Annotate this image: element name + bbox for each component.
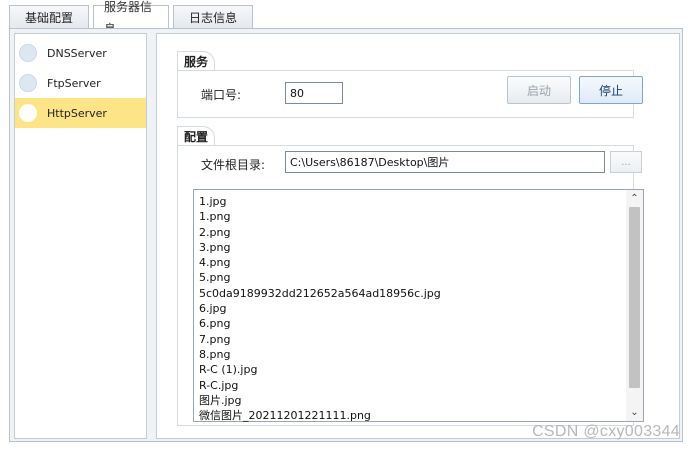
scroll-thumb[interactable] [629, 207, 640, 388]
server-item-label: HttpServer [47, 106, 107, 120]
config-group-title: 配置 [177, 126, 216, 146]
circle-icon [19, 104, 37, 122]
server-item-http[interactable]: HttpServer [15, 98, 146, 128]
list-item[interactable]: 2.png [199, 225, 619, 240]
server-item-label: FtpServer [47, 76, 101, 90]
tab-content: DNSServer FtpServer HttpServer 服务 端口号: 启… [9, 28, 683, 442]
list-item[interactable]: 6.png [199, 316, 619, 331]
port-input[interactable] [285, 82, 343, 104]
watermark: CSDN @cxy003344 [532, 423, 680, 440]
list-item[interactable]: R-C.jpg [199, 378, 619, 393]
list-item[interactable]: 6.jpg [199, 301, 619, 316]
port-label: 端口号: [201, 88, 242, 102]
start-button[interactable]: 启动 [507, 76, 571, 104]
list-item[interactable]: 7.png [199, 332, 619, 347]
tab-basic-config[interactable]: 基础配置 [9, 5, 89, 29]
root-dir-label: 文件根目录: [201, 158, 266, 172]
root-dir-input[interactable] [285, 151, 605, 173]
tab-bar: 基础配置 服务器信息 日志信息 [9, 0, 257, 36]
chevron-up-icon[interactable]: ⌃ [626, 190, 643, 207]
file-items: 1.jpg 1.png 2.png 3.png 4.png 5.png 5c0da91899… [199, 194, 619, 423]
chevron-down-icon[interactable]: ⌄ [626, 404, 643, 421]
list-item[interactable]: 微信图片_20211201221111.png [199, 408, 619, 423]
circle-icon [19, 44, 37, 62]
browse-button[interactable]: ... [610, 151, 642, 173]
vertical-scrollbar[interactable]: ⌃ ⌄ [626, 190, 643, 421]
list-item[interactable]: 5.png [199, 270, 619, 285]
list-item[interactable]: 1.jpg [199, 194, 619, 209]
list-item[interactable]: R-C (1).jpg [199, 362, 619, 377]
stop-button[interactable]: 停止 [579, 76, 643, 104]
server-list: DNSServer FtpServer HttpServer [14, 33, 147, 439]
service-group-title: 服务 [177, 51, 216, 71]
list-item[interactable]: 5c0da9189932dd212652a564ad18956c.jpg [199, 286, 619, 301]
server-item-dns[interactable]: DNSServer [15, 38, 146, 68]
server-detail-panel: 服务 端口号: 启动 停止 配置 文件根目录: ... 1.jpg1.png2.… [156, 33, 680, 439]
list-item[interactable]: 3.png [199, 240, 619, 255]
tab-server-info[interactable]: 服务器信息 [93, 0, 169, 36]
list-item[interactable]: 4.png [199, 255, 619, 270]
server-item-ftp[interactable]: FtpServer [15, 68, 146, 98]
tab-log-info[interactable]: 日志信息 [173, 5, 253, 29]
server-item-label: DNSServer [47, 46, 107, 60]
list-item[interactable]: 1.png [199, 209, 619, 224]
list-item[interactable]: 8.png [199, 347, 619, 362]
list-item[interactable]: 图片.jpg [199, 393, 619, 408]
circle-icon [19, 74, 37, 92]
file-list[interactable]: 1.jpg 1.png 2.png 3.png 4.png 5.png 5c0da91899… [193, 189, 644, 422]
